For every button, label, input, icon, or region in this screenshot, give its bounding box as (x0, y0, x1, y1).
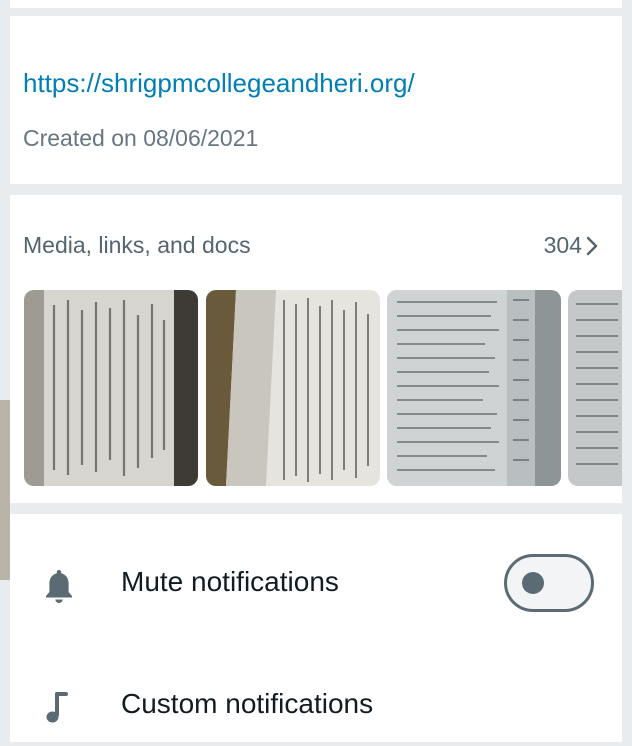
bell-icon (46, 570, 72, 603)
media-thumbnail[interactable] (206, 290, 380, 486)
media-count-value: 304 (543, 232, 582, 258)
toggle-knob (522, 572, 544, 594)
background-edge (0, 400, 10, 580)
media-thumbnails (24, 290, 622, 486)
created-date: Created on 08/06/2021 (23, 125, 259, 151)
document-image-icon (206, 290, 380, 486)
mute-notifications-label: Mute notifications (121, 566, 339, 597)
group-info-card: https://shrigpmcollegeandheri.org/ Creat… (10, 16, 622, 184)
media-count[interactable]: 304 (544, 232, 598, 259)
media-card: Media, links, and docs 304 (10, 195, 622, 503)
music-note-icon (46, 692, 68, 723)
top-card-edge (10, 0, 622, 8)
media-thumbnail[interactable] (568, 290, 622, 486)
mute-notifications-row[interactable]: Mute notifications (10, 544, 622, 624)
mute-notifications-toggle[interactable] (504, 554, 594, 612)
custom-notifications-row[interactable]: Custom notifications (10, 666, 622, 746)
document-image-icon (24, 290, 198, 486)
media-links-docs-label[interactable]: Media, links, and docs (23, 232, 251, 259)
group-link[interactable]: https://shrigpmcollegeandheri.org/ (23, 68, 415, 99)
custom-notifications-label: Custom notifications (121, 688, 374, 719)
document-image-icon (387, 290, 561, 486)
notification-settings-card: Mute notifications Custom notifications (10, 514, 622, 742)
media-thumbnail[interactable] (387, 290, 561, 486)
chevron-right-icon (586, 236, 598, 255)
media-thumbnail[interactable] (24, 290, 198, 486)
document-image-icon (568, 290, 622, 486)
